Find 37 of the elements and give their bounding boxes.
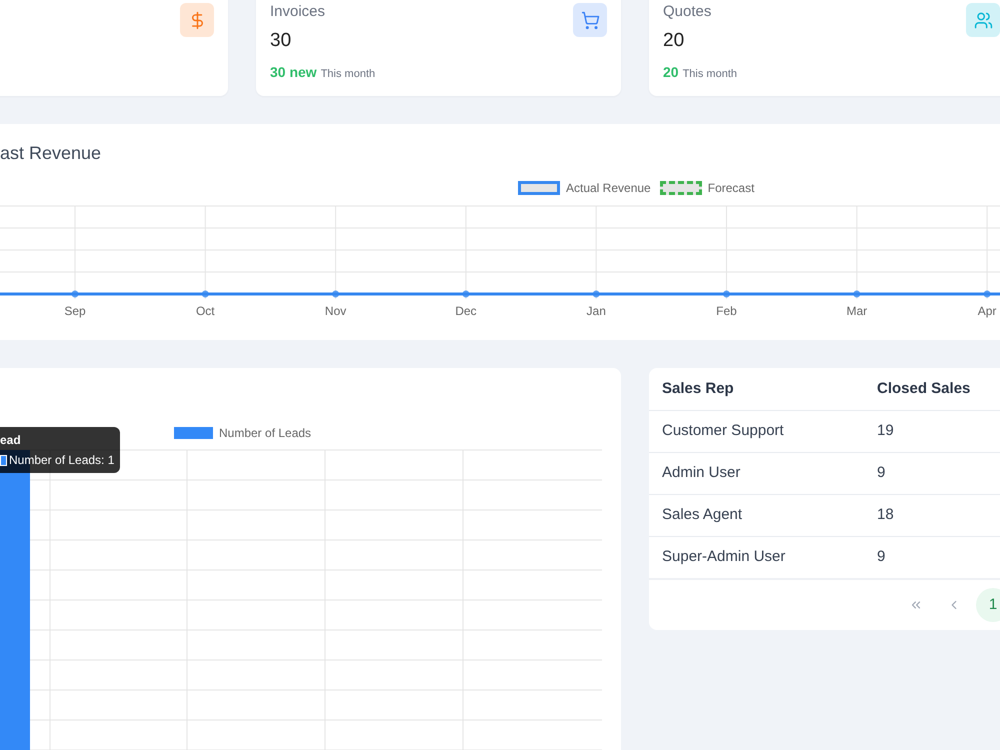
cart-icon bbox=[573, 3, 607, 37]
table-cell-text: 9 bbox=[877, 547, 886, 568]
chart-title: ast Revenue bbox=[0, 142, 102, 165]
table-cell-text: Admin User bbox=[662, 463, 742, 484]
legend-label: Number of Leads bbox=[219, 425, 312, 442]
color-swatch-icon bbox=[0, 454, 7, 466]
stat-title: Invoices bbox=[270, 2, 326, 22]
x-axis-label: Jan bbox=[586, 304, 606, 318]
x-axis-label: Sep bbox=[64, 304, 86, 318]
tooltip-text: Number of Leads: 1 bbox=[9, 452, 114, 468]
table-cell-text: 9 bbox=[877, 463, 886, 484]
page-button[interactable]: 1 bbox=[976, 588, 1000, 622]
column-header: Closed Sales bbox=[877, 378, 970, 399]
table-cell-text: Sales Agent bbox=[662, 505, 744, 526]
x-axis-label: Feb bbox=[716, 304, 737, 318]
stat-title: Quotes bbox=[663, 2, 712, 22]
users-icon bbox=[966, 3, 1000, 37]
change-text: 30 new bbox=[270, 63, 317, 82]
stat-value: 30 bbox=[270, 29, 292, 53]
change-text: 20 bbox=[663, 63, 679, 82]
tooltip-title: ead bbox=[0, 432, 22, 448]
stat-value: 20 bbox=[663, 29, 686, 53]
x-axis-label: Dec bbox=[455, 304, 477, 318]
dollar-sign-icon bbox=[180, 3, 214, 37]
legend-label: Forecast bbox=[708, 180, 754, 197]
table-cell-text: Customer Support bbox=[662, 421, 785, 442]
table-cell-text: Super-Admin User bbox=[662, 547, 786, 568]
table-cell-text: 18 bbox=[877, 505, 894, 526]
x-axis-label: Oct bbox=[196, 304, 215, 318]
column-header: Sales Rep bbox=[662, 378, 735, 399]
legend-label: Actual Revenue bbox=[566, 180, 651, 197]
x-axis-label: Mar bbox=[846, 304, 868, 318]
period-text: This month bbox=[320, 67, 376, 82]
x-axis-label: Apr bbox=[978, 304, 996, 318]
table-cell-text: 19 bbox=[877, 421, 894, 442]
period-text: This month bbox=[682, 67, 737, 82]
x-axis-label: Nov bbox=[324, 304, 346, 318]
